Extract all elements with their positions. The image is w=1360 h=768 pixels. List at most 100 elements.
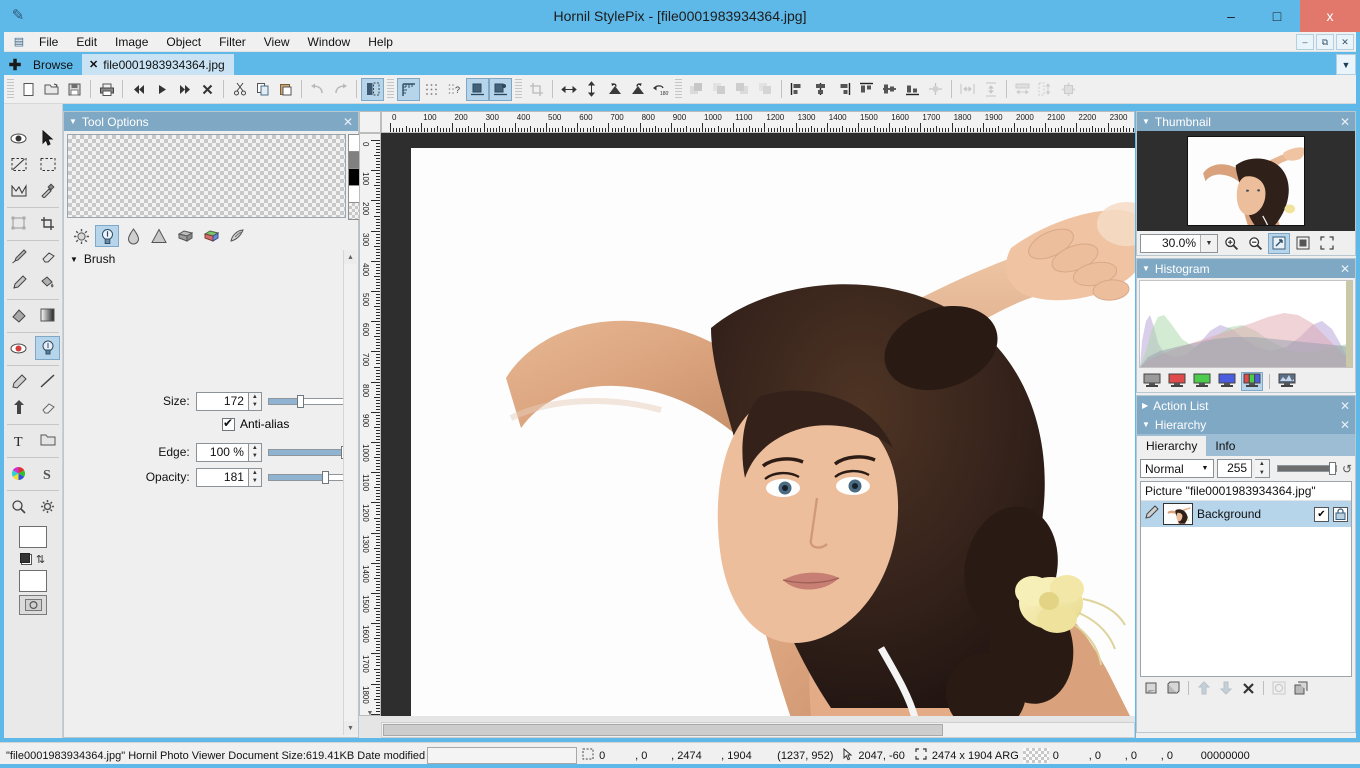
show-grid-button[interactable] (420, 78, 443, 101)
arrange-send-backward-button[interactable] (731, 78, 754, 101)
tab-file0001983934364[interactable]: ✕ file0001983934364.jpg (82, 54, 234, 75)
rotate-left-button[interactable] (603, 78, 626, 101)
paint-bucket-tool[interactable] (35, 270, 60, 294)
sharpen-mode-icon[interactable] (147, 225, 171, 247)
distribute-horizontal-button[interactable] (956, 78, 979, 101)
color-picker-tool[interactable] (6, 461, 31, 485)
ruler-corner[interactable] (359, 111, 381, 133)
saturation-mode-icon[interactable] (199, 225, 223, 247)
fit-to-window-button[interactable] (1268, 232, 1290, 254)
arrange-bring-front-button[interactable] (685, 78, 708, 101)
chevron-down-icon[interactable]: ▼ (1197, 465, 1213, 472)
toolbar-grip[interactable] (7, 78, 14, 100)
tool-options-scrollbar[interactable]: ▲ ▼ (343, 250, 357, 735)
style-tool[interactable]: S (35, 461, 60, 485)
channel-blue-button[interactable] (1216, 372, 1238, 391)
canvas-viewport[interactable] (381, 133, 1135, 716)
sponge-mode-icon[interactable] (173, 225, 197, 247)
menu-image[interactable]: Image (106, 32, 157, 52)
foreground-color-swatch[interactable] (19, 526, 47, 548)
maximize-button[interactable]: □ (1254, 0, 1300, 32)
merge-layers-button[interactable] (1291, 679, 1311, 697)
smudge-mode-icon[interactable] (225, 225, 249, 247)
brush-opacity-slider[interactable] (267, 468, 350, 487)
line-tool[interactable] (35, 369, 60, 393)
scroll-up-icon[interactable]: ▲ (344, 250, 357, 264)
arrange-send-back-button[interactable] (754, 78, 777, 101)
brush-opacity-input[interactable]: 181 (195, 467, 249, 487)
menu-file[interactable]: File (30, 32, 67, 52)
brush-section-header[interactable]: ▼ Brush (70, 252, 115, 266)
delete-layer-button[interactable] (1238, 679, 1258, 697)
scrollbar-thumb[interactable] (383, 724, 943, 736)
close-icon[interactable]: ✕ (1340, 115, 1350, 129)
mdi-close-button[interactable]: ✕ (1336, 34, 1354, 50)
minimize-button[interactable]: – (1208, 0, 1254, 32)
toggle-panel-button[interactable] (361, 77, 384, 101)
gradient-tool[interactable] (35, 303, 60, 327)
mdi-minimize-button[interactable]: – (1296, 34, 1314, 50)
chevron-down-icon[interactable]: ▼ (1200, 234, 1217, 252)
align-top-button[interactable] (855, 78, 878, 101)
section-collapse-icon[interactable]: ▼ (70, 255, 78, 264)
duplicate-layer-button[interactable] (1163, 679, 1183, 697)
redo-button[interactable] (329, 78, 352, 101)
default-colors-icon[interactable] (19, 552, 32, 565)
polygon-select-tool[interactable] (6, 178, 31, 202)
clone-stamp-tool[interactable] (35, 395, 60, 419)
menu-object[interactable]: Object (157, 32, 210, 52)
pen-tool[interactable] (6, 369, 31, 393)
menu-view[interactable]: View (255, 32, 299, 52)
path-arrow-tool[interactable] (6, 395, 31, 419)
cut-button[interactable] (228, 78, 251, 101)
flip-vertical-button[interactable] (580, 78, 603, 101)
zoom-tool[interactable] (6, 494, 31, 518)
zoom-in-button[interactable] (1220, 233, 1242, 254)
save-file-button[interactable] (63, 78, 86, 101)
brush-edge-slider[interactable] (267, 443, 350, 462)
new-document-button[interactable] (17, 78, 40, 101)
snap-to-canvas-button[interactable] (466, 77, 489, 101)
rotate-right-button[interactable] (626, 78, 649, 101)
move-layer-up-button[interactable] (1194, 679, 1214, 697)
actual-size-button[interactable] (1292, 233, 1314, 254)
close-button[interactable]: x (1300, 0, 1360, 32)
show-rulers-button[interactable] (397, 77, 420, 101)
fullscreen-button[interactable] (1316, 233, 1338, 254)
move-tool[interactable] (35, 126, 60, 150)
add-tab-button[interactable]: ✚ (4, 54, 26, 75)
arrange-bring-forward-button[interactable] (708, 78, 731, 101)
layer-lock-icon[interactable] (1333, 506, 1348, 522)
menu-window[interactable]: Window (299, 32, 360, 52)
layer-opacity-input[interactable]: 255 (1216, 459, 1253, 478)
layer-visibility-checkbox[interactable]: ✔ (1314, 506, 1329, 522)
layer-opacity-stepper[interactable]: ▲ ▼ (1255, 459, 1270, 478)
layer-list[interactable]: Picture "file0001983934364.jpg" Backgrou… (1140, 481, 1352, 677)
match-size-button[interactable] (1057, 78, 1080, 101)
align-left-button[interactable] (786, 78, 809, 101)
match-width-button[interactable] (1011, 78, 1034, 101)
layer-opacity-slider[interactable] (1276, 459, 1337, 478)
align-middle-button[interactable] (878, 78, 901, 101)
canvas-horizontal-scrollbar[interactable] (381, 722, 1135, 738)
mdi-restore-button[interactable]: ⧉ (1316, 34, 1334, 50)
toolbar-grip[interactable] (515, 78, 522, 100)
print-button[interactable] (95, 78, 118, 101)
distribute-vertical-button[interactable] (979, 78, 1002, 101)
tab-browse[interactable]: Browse (26, 54, 82, 75)
expand-icon[interactable]: ▶ (1142, 401, 1148, 410)
brush-edge-input[interactable]: 100 % (195, 442, 249, 462)
paintbrush-tool[interactable] (6, 244, 31, 268)
layer-row-background[interactable]: Background ✔ (1141, 501, 1351, 527)
canvas-scroll-toggle[interactable]: ▼ (363, 706, 377, 720)
eraser-tool[interactable] (35, 244, 60, 268)
brush-size-slider[interactable] (267, 392, 350, 411)
channel-gray-button[interactable] (1141, 372, 1163, 391)
burn-mode-icon[interactable] (95, 225, 119, 247)
brush-size-stepper[interactable]: ▲ ▼ (248, 391, 262, 411)
histogram-plot[interactable] (1139, 280, 1353, 368)
align-right-button[interactable] (832, 78, 855, 101)
layer-mask-button[interactable] (1269, 679, 1289, 697)
brush-size-input[interactable]: 172 (195, 391, 249, 411)
channel-red-button[interactable] (1166, 372, 1188, 391)
